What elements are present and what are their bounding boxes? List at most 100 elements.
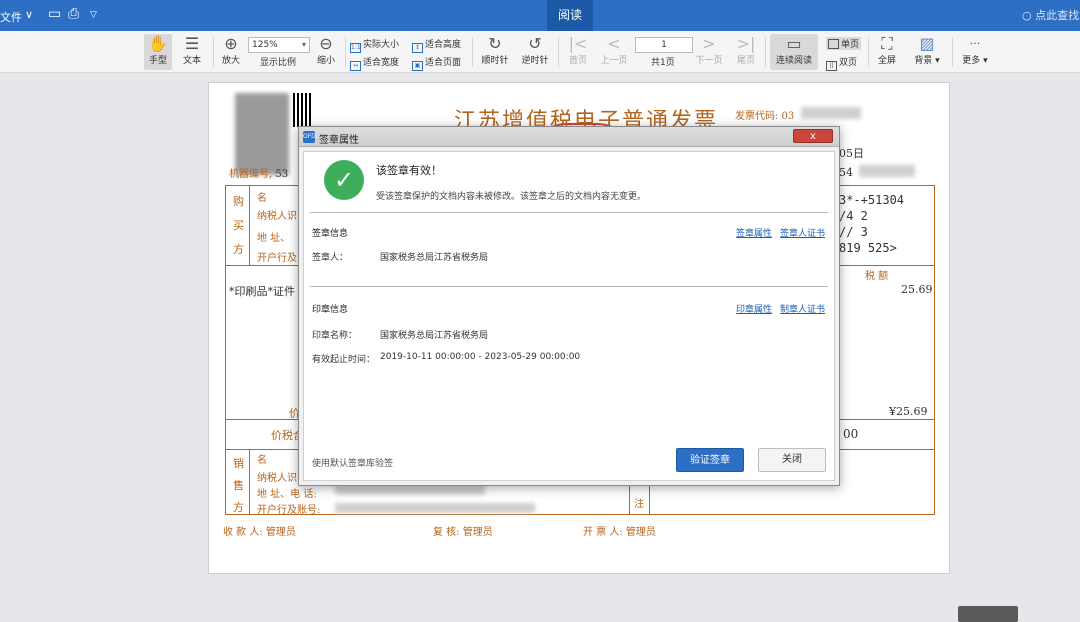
tab-read[interactable]: 阅读	[547, 0, 593, 31]
zoom-select[interactable]: 125% ▾	[248, 37, 310, 53]
fit-page-button[interactable]: ▣ 适合页面	[412, 55, 461, 71]
divider	[310, 212, 828, 213]
dialog-body: ✓ 该签章有效！ 受该签章保护的文档内容未被修改。该签章之后的文档内容无变更。 …	[303, 151, 835, 481]
first-page-label: 首页	[568, 56, 587, 66]
background-text: 背景	[914, 56, 933, 66]
continuous-read-label: 连续阅读	[775, 56, 812, 66]
fit-page-icon: ▣	[412, 61, 423, 71]
separator	[952, 37, 953, 67]
file-menu[interactable]: 文件	[0, 9, 22, 25]
next-page-label: 下一页	[695, 56, 723, 66]
double-page-icon: ||	[826, 61, 837, 71]
single-page-button[interactable]: 单页	[826, 37, 862, 50]
cipher-line-3: // 3	[839, 225, 868, 239]
fit-width-button[interactable]: ↔ 适合宽度	[350, 55, 399, 71]
fullscreen-button[interactable]: ⛶ 全屏	[874, 34, 900, 68]
machine-number-text: 机器编号	[229, 169, 269, 180]
hand-tool-button[interactable]: ✋ 手型	[144, 34, 172, 70]
buyer-taxid-label: 纳税人识	[257, 211, 297, 222]
signer-certificate-link[interactable]: 签章人证书	[780, 226, 825, 239]
maker-certificate-link[interactable]: 制章人证书	[780, 302, 825, 315]
background-button[interactable]: ▨ 背景 ▾	[910, 34, 944, 68]
divider	[249, 185, 250, 265]
separator	[472, 37, 473, 67]
first-page-button[interactable]: |< 首页	[566, 34, 590, 68]
text-tool-button[interactable]: ☰ 文本	[178, 34, 206, 68]
close-icon[interactable]: x	[793, 129, 833, 143]
item-tax-amount: 25.69	[901, 283, 933, 296]
tax-amount-header: 税 额	[865, 271, 889, 282]
last-page-button[interactable]: >| 尾页	[734, 34, 758, 68]
actual-size-button[interactable]: 1:1 实际大小	[350, 37, 399, 53]
rotate-cw-icon: ↻	[488, 34, 502, 53]
single-page-icon	[828, 39, 839, 49]
separator	[558, 37, 559, 67]
divider	[629, 483, 630, 515]
open-folder-icon[interactable]: ▭	[48, 6, 61, 22]
invoice-date-fragment: 05日	[839, 147, 864, 160]
divider	[310, 286, 828, 287]
quick-access-dropdown-icon[interactable]: ▽	[90, 10, 97, 20]
prev-page-label: 上一页	[600, 56, 628, 66]
buyer-label-1: 购	[233, 195, 244, 208]
rotate-ccw-label: 逆时针	[521, 56, 549, 66]
last-page-label: 尾页	[736, 56, 755, 66]
verify-signature-button[interactable]: 验证签章	[676, 448, 744, 472]
reviewer-label: 复 核: 管理员	[433, 527, 493, 538]
fit-height-button[interactable]: ↕ 适合高度	[412, 37, 461, 53]
toolbar: ✋ 手型 ☰ 文本 ⊕ 放大 125% ▾ 显示比例 ⊖ 缩小 1:1 实际大小 ↔…	[0, 31, 1080, 73]
hand-label: 手型	[148, 56, 167, 66]
qr-code	[293, 93, 311, 127]
actual-size-icon: 1:1	[350, 43, 361, 53]
seller-name-label: 名	[257, 455, 267, 466]
divider	[649, 483, 650, 515]
zoom-in-button[interactable]: ⊕ 放大	[218, 34, 244, 68]
double-page-button[interactable]: || 双页	[826, 55, 857, 71]
next-page-button[interactable]: > 下一页	[694, 34, 724, 68]
signer-label: 签章人：	[312, 253, 349, 263]
buyer-bank-label: 开户行及	[257, 253, 297, 264]
zoom-out-button[interactable]: ⊖ 缩小	[313, 34, 339, 68]
print-icon[interactable]: ⎙	[68, 6, 79, 22]
signature-info-heading: 签章信息	[312, 229, 349, 239]
dialog-titlebar[interactable]: OFD 签章属性 x	[299, 127, 839, 147]
page-number-input[interactable]: 1	[635, 37, 693, 53]
single-page-label: 单页	[841, 40, 860, 50]
search-placeholder: 点此查找文	[1035, 9, 1080, 22]
zoom-value: 125%	[252, 40, 278, 50]
tax-total: ¥25.69	[889, 405, 928, 418]
checkmark-icon: ✓	[324, 160, 364, 200]
payee-label: 收 款 人: 管理员	[223, 527, 296, 538]
chevron-right-icon: >	[702, 34, 716, 53]
signature-properties-link[interactable]: 签章属性	[736, 226, 772, 239]
zoom-out-icon: ⊖	[319, 34, 333, 53]
system-tray-icons[interactable]	[958, 606, 1018, 622]
validity-value: 2019-10-11 00:00:00 - 2023-05-29 00:00:0…	[380, 352, 581, 362]
text-label: 文本	[182, 56, 201, 66]
chevron-down-icon[interactable]: ∨	[25, 8, 33, 21]
fit-width-icon: ↔	[350, 61, 361, 71]
rotate-ccw-button[interactable]: ↺ 逆时针	[520, 34, 550, 68]
buyer-name-label: 名	[257, 193, 267, 204]
cipher-line-1: 3*-+51304	[839, 193, 905, 207]
blurred-seller-address	[335, 485, 485, 495]
prev-page-button[interactable]: < 上一页	[599, 34, 629, 68]
more-button[interactable]: ··· 更多 ▾	[958, 34, 992, 68]
chevron-down-icon: ▾	[301, 40, 306, 49]
continuous-read-button[interactable]: ▭ 连续阅读	[770, 34, 818, 70]
separator	[345, 37, 346, 67]
seller-label-3: 方	[233, 501, 244, 514]
issuer-label: 开 票 人: 管理员	[583, 527, 656, 538]
seal-properties-link[interactable]: 印章属性	[736, 302, 772, 315]
blurred-number	[859, 165, 915, 177]
zoom-ratio-label: 显示比例	[260, 58, 297, 68]
invoice-code-label: 发票代码: 03	[735, 111, 795, 122]
more-dots-icon: ···	[969, 37, 981, 50]
close-button[interactable]: 关闭	[758, 448, 826, 472]
seller-address-label: 地 址、电 话:	[257, 489, 317, 500]
rotate-cw-button[interactable]: ↻ 顺时针	[480, 34, 510, 68]
rotate-cw-label: 顺时针	[481, 56, 509, 66]
search-box[interactable]: ○ 点此查找文	[1022, 7, 1080, 23]
separator	[765, 37, 766, 67]
fit-page-label: 适合页面	[425, 58, 462, 68]
